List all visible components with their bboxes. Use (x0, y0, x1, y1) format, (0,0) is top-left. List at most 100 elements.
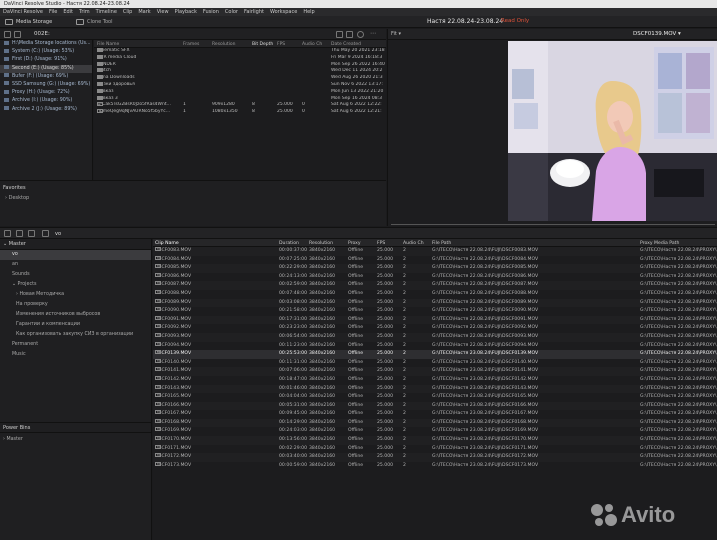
file-row[interactable]: Zona Downloads Wed Aug 26 2020 21:3 (94, 75, 386, 82)
col-resolution[interactable]: Resolution (212, 42, 236, 47)
file-row[interactable]: DVR media Cloud Fri Mar 9 2024 16:18:3 (94, 54, 386, 62)
clone-tool-button[interactable]: Clone Tool (76, 18, 113, 26)
col-resolution[interactable]: Resolution (309, 241, 333, 246)
bin-item[interactable]: Гарантии и компенсации (0, 320, 151, 330)
back-icon[interactable] (4, 31, 11, 38)
clip-row[interactable]: DSCF0087.MOV 00:02:59:00 3840x2160 Offline 2… (153, 281, 717, 290)
bin-item[interactable]: ⌄ Projects (0, 280, 151, 290)
clip-row[interactable]: DSCF0169.MOV 00:24:03:00 3840x2160 Offline 2… (153, 427, 717, 436)
menu-item-fairlight[interactable]: Fairlight (244, 8, 264, 16)
clip-row[interactable]: DSCF0093.MOV 00:06:54:00 3840x2160 Offline 2… (153, 332, 717, 342)
clip-row[interactable]: DSCF0084.MOV 00:07:25:00 3840x2160 Offline 2… (153, 255, 717, 265)
bin-item[interactable]: an (0, 260, 151, 270)
file-row[interactable]: ы-Cak5TsG2BsR0Jzo5fRas4Wnt... 1 909x1280 8 2… (94, 102, 386, 109)
volume-item[interactable]: Proxy (H:) (Usage: 72%) (0, 89, 92, 97)
bin-item[interactable]: vo (0, 250, 151, 260)
forward-icon[interactable] (14, 31, 21, 38)
bin-item[interactable]: Изменения источников выбросов (0, 310, 151, 320)
bin-item[interactable]: Sounds (0, 270, 151, 280)
menu-item-edit[interactable]: Edit (63, 8, 73, 16)
clip-row[interactable]: DSCF0086.MOV 00:24:13:00 3840x2160 Offline 2… (153, 272, 717, 282)
volume-item[interactable]: First (D:) (Usage: 91%) (0, 56, 92, 64)
col-frames[interactable]: Frames (183, 42, 199, 47)
col-proxy-media-path[interactable]: Proxy Media Path (640, 241, 679, 246)
media-storage-button[interactable]: Media Storage (5, 18, 52, 26)
bin-item[interactable]: › Новая Методичка (0, 290, 151, 300)
col-date-created[interactable]: Date Created (331, 42, 361, 47)
volume-item[interactable]: SSD Samsung (G:) (Usage: 69%) (0, 81, 92, 89)
clip-row[interactable]: DSCF0089.MOV 00:03:08:00 3840x2160 Offline 2… (153, 298, 717, 308)
file-row[interactable]: Кавказ 3 Mon Sep 16 2024 08:3 (94, 95, 386, 103)
clip-row[interactable]: DSCF0083.MOV 00:00:37:00 3840x2160 Offline 2… (153, 247, 717, 256)
col-duration[interactable]: Duration (279, 241, 299, 246)
clip-row[interactable]: DSCF0085.MOV 00:22:29:00 3840x2160 Offline 2… (153, 264, 717, 273)
favorite-item-desktop[interactable]: › Desktop (5, 195, 29, 201)
col-file-path[interactable]: File Path (432, 241, 451, 246)
volume-item-selected[interactable]: Second (E:) (Usage: 85%) (0, 64, 92, 73)
col-bit-depth[interactable]: Bit Depth (252, 42, 273, 47)
zoom-fit-dropdown[interactable]: Fit ▾ (391, 31, 401, 37)
clip-row[interactable]: DSCF0090.MOV 00:21:58:00 3840x2160 Offline 2… (153, 307, 717, 316)
menu-item-clip[interactable]: Clip (123, 8, 132, 16)
clip-row[interactable]: DSCF0173.MOV 00:00:59:00 3840x2160 Offline 2… (153, 461, 717, 471)
menu-item-timeline[interactable]: Timeline (96, 8, 117, 16)
clip-row[interactable]: DSCF0142.MOV 00:18:47:00 3840x2160 Offline 2… (153, 375, 717, 385)
clip-row[interactable]: DSCF0140.MOV 00:11:31:00 3840x2160 Offline 2… (153, 358, 717, 368)
clip-row[interactable]: DSCF0094.MOV 00:11:23:00 3840x2160 Offline 2… (153, 341, 717, 351)
file-row[interactable]: Twitch Wed Dec 11 2024 20:2 (94, 68, 386, 75)
volume-item[interactable]: Archive (I:) (Usage: 90%) (0, 97, 92, 105)
menu-item-fusion[interactable]: Fusion (203, 8, 219, 16)
clip-row[interactable]: DSCF0168.MOV 00:14:29:00 3840x2160 Offline 2… (153, 418, 717, 428)
menu-item-playback[interactable]: Playback (175, 8, 197, 16)
clip-row[interactable]: DSCF0167.MOV 00:09:45:00 3840x2160 Offline 2… (153, 410, 717, 419)
col-audio-ch[interactable]: Audio Ch (403, 241, 424, 246)
clip-row[interactable]: DSCF0143.MOV 00:01:46:00 3840x2160 Offline 2… (153, 384, 717, 394)
col-proxy[interactable]: Proxy (348, 241, 361, 246)
volume-item[interactable]: Bufer (F:) (Usage: 69%) (0, 73, 92, 81)
clip-row[interactable]: DSCF0092.MOV 00:23:23:00 3840x2160 Offline 2… (153, 324, 717, 333)
clip-row[interactable]: DSCF0141.MOV 00:07:06:00 3840x2160 Offline 2… (153, 367, 717, 376)
file-row[interactable]: Кавказ Mon Jun 13 2022 21:20 (94, 88, 386, 96)
file-row[interactable]: RENDER Mon Sep 26 2022 16:40 (94, 61, 386, 69)
power-bin-master[interactable]: › Master (3, 435, 23, 445)
col-audio-ch[interactable]: Audio Ch (302, 42, 322, 47)
clip-row[interactable]: DSCF0088.MOV 00:07:48:00 3840x2160 Offline 2… (153, 289, 717, 299)
playhead-scrubber[interactable] (388, 223, 717, 226)
forward-icon[interactable] (28, 230, 35, 237)
list-view-icon[interactable] (336, 31, 343, 38)
clip-row[interactable]: DSCF0172.MOV 00:03:40:00 3840x2160 Offline 2… (153, 453, 717, 462)
col-fps[interactable]: FPS (377, 241, 385, 246)
menu-item-mark[interactable]: Mark (138, 8, 150, 16)
bin-item[interactable]: Music (0, 350, 151, 360)
menu-item-view[interactable]: View (157, 8, 169, 16)
volume-item[interactable]: System (C:) (Usage: 53%) (0, 48, 92, 56)
back-icon[interactable] (16, 230, 23, 237)
file-row[interactable]: hbmeQeg9qNJvAURNo5f5byYc... 1 1080x1350 8 25… (94, 109, 386, 116)
more-options-icon[interactable]: ⋯ (370, 31, 377, 38)
volume-item[interactable]: Archive 2 (J:) (Usage: 89%) (0, 106, 92, 114)
menu-item-trim[interactable]: Trim (79, 8, 90, 16)
col-clip-name[interactable]: Clip Name (155, 241, 179, 246)
menu-item-file[interactable]: File (49, 8, 57, 16)
file-row[interactable]: Cinematic SFX Thu May 20 2021 23:18 (94, 48, 386, 55)
bin-item[interactable]: Как организовать закупку СИЗ в организац… (0, 330, 151, 340)
clip-row[interactable]: DSCF0166.MOV 00:05:31:00 3840x2160 Offline 2… (153, 401, 717, 411)
col-fps[interactable]: FPS (277, 42, 285, 47)
clip-row[interactable]: DSCF0165.MOV 00:04:04:00 3840x2160 Offline 2… (153, 393, 717, 402)
master-bin[interactable]: ⌄ Master (0, 239, 151, 250)
menu-item-workspace[interactable]: Workspace (270, 8, 297, 16)
volume-item[interactable]: H:\Media Storage locations (Us... (0, 40, 92, 48)
clip-row[interactable]: DSCF0139.MOV 00:25:53:00 3840x2160 Offline 2… (153, 350, 717, 359)
menu-item-app[interactable]: DaVinci Resolve (3, 8, 43, 16)
clip-row[interactable]: DSCF0170.MOV 00:13:56:00 3840x2160 Offline 2… (153, 436, 717, 445)
menu-item-help[interactable]: Help (303, 8, 314, 16)
bin-item[interactable]: На проверку (0, 300, 151, 310)
col-file-name[interactable]: File Name (97, 42, 119, 47)
panel-toggle-icon[interactable] (4, 230, 11, 237)
bin-item[interactable]: Permanent (0, 340, 151, 350)
grid-view-icon[interactable] (346, 31, 353, 38)
menu-item-color[interactable]: Color (225, 8, 238, 16)
clip-row[interactable]: DSCF0171.MOV 00:02:29:00 3840x2160 Offline 2… (153, 444, 717, 454)
clip-row[interactable]: DSCF0091.MOV 00:17:31:00 3840x2160 Offline 2… (153, 315, 717, 325)
file-row[interactable]: Дизки здоровья Sun Nov 6 2022 13:17: (94, 81, 386, 89)
